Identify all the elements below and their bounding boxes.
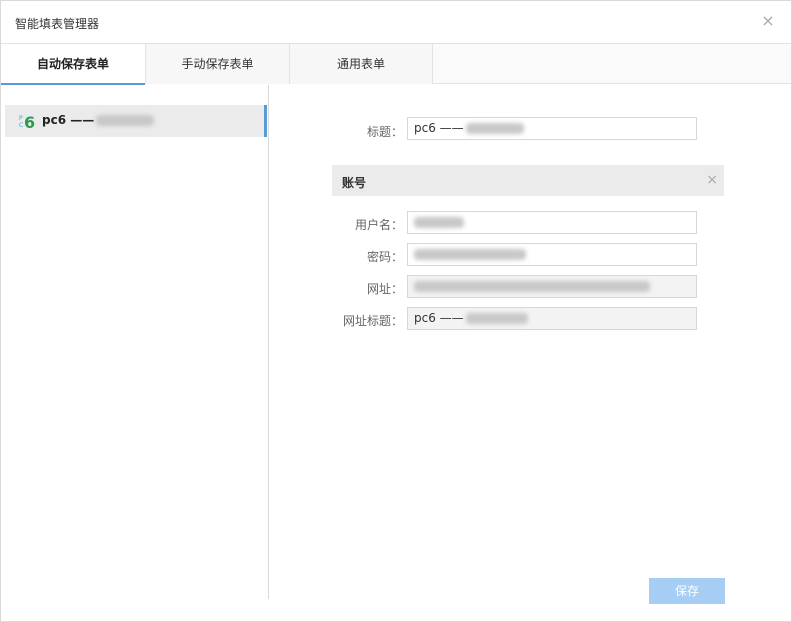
svg-text:C: C: [19, 122, 23, 129]
username-label: 用户名：: [354, 218, 403, 232]
form-detail-panel: 标题： pc6 —— 账号 × 用户名： 密码： 网址： 网址标题： pc6 —…: [269, 85, 791, 621]
title-field[interactable]: pc6 ——: [407, 117, 697, 140]
redacted-text: [414, 217, 464, 228]
redacted-text: [96, 115, 155, 126]
svg-text:6: 6: [24, 113, 35, 131]
form-manager-dialog: 智能填表管理器 × 自动保存表单 手动保存表单 通用表单 P C 6 pc6 —…: [0, 0, 792, 622]
redacted-text: [414, 281, 650, 292]
url-title-field[interactable]: pc6 ——: [407, 307, 697, 330]
form-list-sidebar: P C 6 pc6 ——: [1, 85, 269, 599]
password-label: 密码：: [366, 250, 403, 264]
url-title-label: 网址标题：: [342, 314, 403, 328]
redacted-text: [465, 313, 528, 324]
svg-text:P: P: [19, 115, 23, 122]
redacted-text: [465, 123, 524, 134]
url-label: 网址：: [366, 282, 403, 296]
password-field[interactable]: [407, 243, 697, 266]
selected-indicator: [264, 105, 267, 137]
close-icon[interactable]: ×: [761, 13, 775, 29]
pc6-logo-icon: P C 6: [19, 113, 35, 131]
account-section-title: 账号: [342, 176, 367, 190]
title-label: 标题：: [366, 125, 403, 139]
tab-auto-saved-forms[interactable]: 自动保存表单: [1, 44, 146, 85]
dialog-title: 智能填表管理器: [15, 17, 100, 31]
username-field[interactable]: [407, 211, 697, 234]
sidebar-item-pc6[interactable]: P C 6 pc6 ——: [5, 105, 267, 137]
redacted-text: [414, 249, 526, 260]
account-section-header: 账号 ×: [332, 165, 724, 196]
tab-common-forms[interactable]: 通用表单: [290, 44, 433, 84]
url-field[interactable]: [407, 275, 697, 298]
tab-bar: 自动保存表单 手动保存表单 通用表单: [1, 43, 791, 85]
sidebar-item-label: pc6 ——: [42, 113, 155, 127]
dialog-titlebar: 智能填表管理器 ×: [1, 1, 791, 43]
close-icon[interactable]: ×: [706, 173, 718, 187]
tab-manual-saved-forms[interactable]: 手动保存表单: [146, 44, 290, 84]
save-button[interactable]: 保存: [649, 578, 725, 604]
